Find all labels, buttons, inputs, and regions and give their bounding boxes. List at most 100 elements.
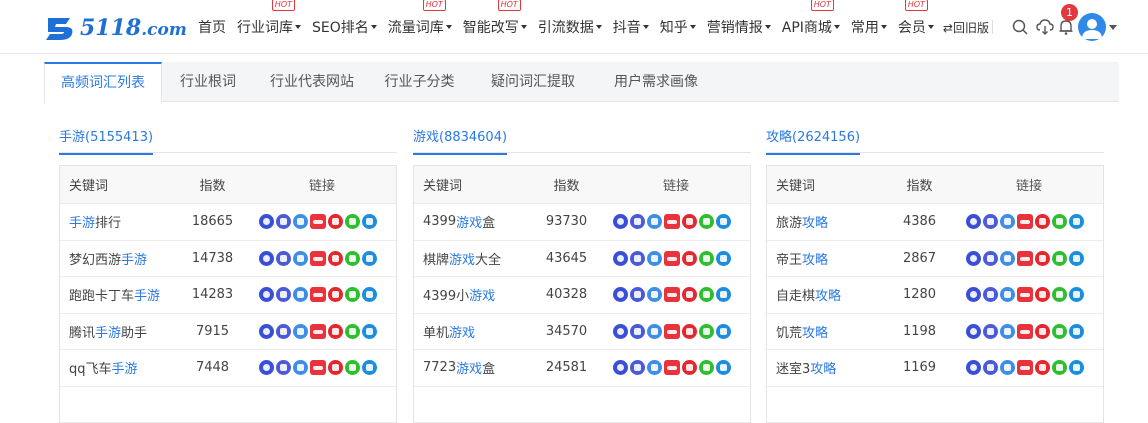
- weixin-icon[interactable]: [699, 251, 714, 266]
- nav-item[interactable]: 会员HOT: [898, 17, 934, 37]
- weibo-icon[interactable]: [682, 251, 697, 266]
- baidu-icon[interactable]: [613, 324, 628, 339]
- nav-item[interactable]: 常用: [851, 17, 887, 37]
- weixin-icon[interactable]: [345, 360, 360, 375]
- 360-icon[interactable]: [647, 251, 662, 266]
- zhihu-icon[interactable]: [716, 251, 731, 266]
- nav-item[interactable]: SEO排名: [312, 17, 377, 37]
- baidu-icon[interactable]: [613, 214, 628, 229]
- baidu-icon[interactable]: [613, 251, 628, 266]
- weibo-icon[interactable]: [1035, 360, 1050, 375]
- sogou-icon[interactable]: [630, 324, 645, 339]
- keyword-link[interactable]: 梦幻西游手游: [69, 241, 147, 277]
- tab[interactable]: 疑问词汇提取: [469, 62, 597, 102]
- nav-item[interactable]: 流量词库HOT: [388, 17, 452, 37]
- weibo-icon[interactable]: [328, 251, 343, 266]
- 360-icon[interactable]: [1000, 214, 1015, 229]
- weibo-icon[interactable]: [328, 287, 343, 302]
- nav-item[interactable]: API商城HOT: [782, 17, 840, 37]
- zhihu-icon[interactable]: [1069, 251, 1084, 266]
- toutiao-icon[interactable]: [664, 360, 680, 375]
- sogou-icon[interactable]: [276, 251, 291, 266]
- panel-title[interactable]: 游戏(8834604): [413, 126, 507, 155]
- zhihu-icon[interactable]: [1069, 324, 1084, 339]
- baidu-icon[interactable]: [966, 214, 981, 229]
- weibo-icon[interactable]: [1035, 251, 1050, 266]
- weixin-icon[interactable]: [1052, 360, 1067, 375]
- tab[interactable]: 行业代表网站: [254, 62, 370, 102]
- nav-item[interactable]: 首页: [198, 17, 226, 37]
- toutiao-icon[interactable]: [310, 360, 326, 375]
- sogou-icon[interactable]: [983, 360, 998, 375]
- keyword-link[interactable]: 棋牌游戏大全: [423, 241, 501, 277]
- keyword-link[interactable]: 饥荒攻略: [776, 314, 828, 350]
- sogou-icon[interactable]: [630, 287, 645, 302]
- keyword-link[interactable]: 跑跑卡丁车手游: [69, 277, 160, 313]
- weibo-icon[interactable]: [682, 324, 697, 339]
- panel-title[interactable]: 手游(5155413): [59, 126, 153, 155]
- baidu-icon[interactable]: [259, 214, 274, 229]
- weibo-icon[interactable]: [1035, 287, 1050, 302]
- weibo-icon[interactable]: [682, 287, 697, 302]
- sogou-icon[interactable]: [983, 251, 998, 266]
- toutiao-icon[interactable]: [664, 287, 680, 302]
- 360-icon[interactable]: [293, 214, 308, 229]
- toutiao-icon[interactable]: [664, 251, 680, 266]
- weixin-icon[interactable]: [345, 251, 360, 266]
- search-icon[interactable]: [1011, 18, 1029, 36]
- zhihu-icon[interactable]: [716, 214, 731, 229]
- avatar-chevron-down-icon[interactable]: [1109, 25, 1117, 30]
- site-logo[interactable]: 5118.com: [44, 12, 187, 44]
- keyword-link[interactable]: 自走棋攻略: [776, 277, 841, 313]
- zhihu-icon[interactable]: [362, 287, 377, 302]
- baidu-icon[interactable]: [259, 360, 274, 375]
- 360-icon[interactable]: [647, 287, 662, 302]
- toutiao-icon[interactable]: [1017, 214, 1033, 229]
- baidu-icon[interactable]: [259, 324, 274, 339]
- toutiao-icon[interactable]: [310, 214, 326, 229]
- sogou-icon[interactable]: [276, 287, 291, 302]
- keyword-link[interactable]: qq飞车手游: [69, 350, 138, 386]
- cloud-download-icon[interactable]: [1036, 18, 1054, 36]
- nav-item[interactable]: 智能改写HOT: [463, 17, 527, 37]
- keyword-link[interactable]: 4399小游戏: [423, 277, 495, 313]
- weixin-icon[interactable]: [699, 214, 714, 229]
- keyword-link[interactable]: 手游排行: [69, 204, 121, 240]
- weibo-icon[interactable]: [328, 214, 343, 229]
- toutiao-icon[interactable]: [1017, 324, 1033, 339]
- weixin-icon[interactable]: [699, 324, 714, 339]
- toutiao-icon[interactable]: [310, 324, 326, 339]
- weibo-icon[interactable]: [1035, 214, 1050, 229]
- weibo-icon[interactable]: [682, 360, 697, 375]
- nav-item[interactable]: 引流数据: [538, 17, 602, 37]
- baidu-icon[interactable]: [966, 360, 981, 375]
- baidu-icon[interactable]: [966, 287, 981, 302]
- baidu-icon[interactable]: [613, 360, 628, 375]
- baidu-icon[interactable]: [613, 287, 628, 302]
- sogou-icon[interactable]: [276, 360, 291, 375]
- tab[interactable]: 高频词汇列表: [44, 62, 162, 103]
- toutiao-icon[interactable]: [310, 287, 326, 302]
- keyword-link[interactable]: 单机游戏: [423, 314, 475, 350]
- weibo-icon[interactable]: [1035, 324, 1050, 339]
- weixin-icon[interactable]: [699, 287, 714, 302]
- zhihu-icon[interactable]: [716, 287, 731, 302]
- keyword-link[interactable]: 帝王攻略: [776, 241, 828, 277]
- weibo-icon[interactable]: [328, 360, 343, 375]
- 360-icon[interactable]: [647, 214, 662, 229]
- zhihu-icon[interactable]: [1069, 360, 1084, 375]
- 360-icon[interactable]: [1000, 324, 1015, 339]
- weixin-icon[interactable]: [699, 360, 714, 375]
- old-version-link[interactable]: ⇄回旧版: [943, 19, 989, 36]
- 360-icon[interactable]: [647, 324, 662, 339]
- nav-item[interactable]: 营销情报: [707, 17, 771, 37]
- keyword-link[interactable]: 迷室3攻略: [776, 350, 836, 386]
- toutiao-icon[interactable]: [1017, 251, 1033, 266]
- sogou-icon[interactable]: [630, 251, 645, 266]
- keyword-link[interactable]: 腾讯手游助手: [69, 314, 147, 350]
- keyword-link[interactable]: 旅游攻略: [776, 204, 828, 240]
- sogou-icon[interactable]: [630, 214, 645, 229]
- tab[interactable]: 行业根词: [162, 62, 254, 102]
- weixin-icon[interactable]: [1052, 324, 1067, 339]
- keyword-link[interactable]: 4399游戏盒: [423, 204, 495, 240]
